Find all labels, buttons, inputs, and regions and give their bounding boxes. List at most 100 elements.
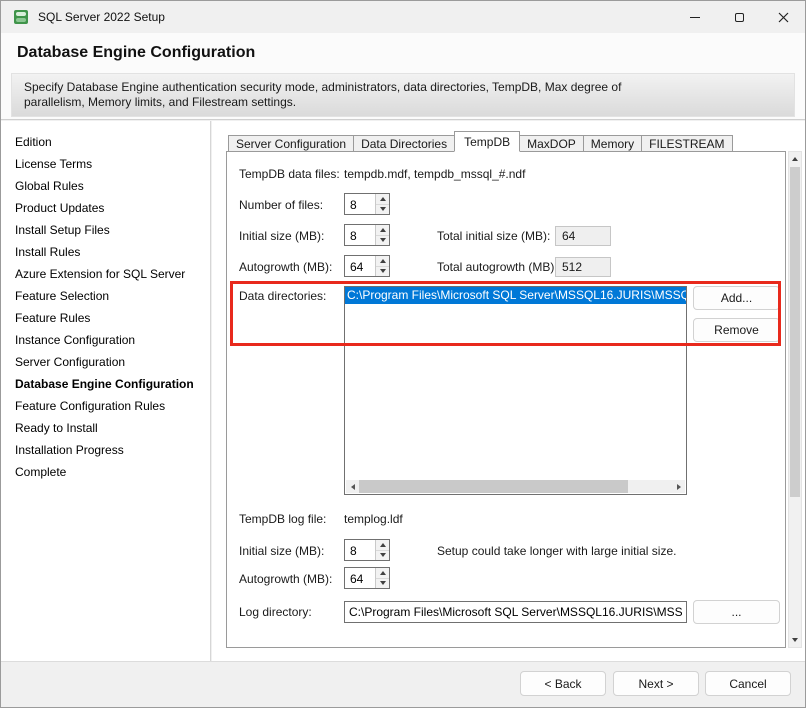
log-autogrowth-input[interactable]: [346, 569, 373, 587]
sidebar-item-feature-selection: Feature Selection: [1, 285, 210, 307]
number-of-files-down-button[interactable]: [376, 204, 389, 215]
scroll-down-button[interactable]: [789, 633, 801, 647]
initial-size-stepper[interactable]: [344, 224, 390, 246]
autogrowth-down-button[interactable]: [376, 266, 389, 277]
initial-size-up-button[interactable]: [376, 225, 389, 235]
v-scrollbar-thumb[interactable]: [790, 167, 800, 497]
title-bar[interactable]: SQL Server 2022 Setup: [1, 1, 805, 33]
tempdb-tab-page: TempDB data files: tempdb.mdf, tempdb_ms…: [226, 151, 786, 648]
setup-window: SQL Server 2022 Setup Database Engine Co…: [0, 0, 806, 708]
maximize-button[interactable]: [717, 1, 761, 33]
cancel-button[interactable]: Cancel: [705, 671, 791, 696]
spin-up-icon: [380, 259, 386, 263]
autogrowth-up-button[interactable]: [376, 256, 389, 266]
footer-bar: < Back Next > Cancel: [1, 661, 805, 707]
scroll-up-icon: [792, 157, 798, 161]
total-initial-size-value: 64: [555, 226, 611, 246]
log-initial-size-note: Setup could take longer with large initi…: [437, 544, 676, 558]
sidebar-item-install-setup-files: Install Setup Files: [1, 219, 210, 241]
spin-up-icon: [380, 228, 386, 232]
tab-data-directories[interactable]: Data Directories: [353, 135, 455, 152]
tab-memory[interactable]: Memory: [583, 135, 642, 152]
spin-up-icon: [380, 571, 386, 575]
log-autogrowth-down-button[interactable]: [376, 578, 389, 589]
minimize-icon: [690, 17, 700, 18]
log-initial-size-label: Initial size (MB):: [239, 544, 324, 558]
autogrowth-label: Autogrowth (MB):: [239, 260, 332, 274]
number-of-files-label: Number of files:: [239, 198, 323, 212]
sidebar-item-database-engine-configuration: Database Engine Configuration: [1, 373, 210, 395]
log-autogrowth-stepper[interactable]: [344, 567, 390, 589]
tab-maxdop[interactable]: MaxDOP: [519, 135, 584, 152]
log-initial-size-down-button[interactable]: [376, 550, 389, 561]
sidebar-item-feature-configuration-rules: Feature Configuration Rules: [1, 395, 210, 417]
maximize-icon: [735, 13, 744, 22]
steps-sidebar: Edition License Terms Global Rules Produ…: [1, 121, 211, 661]
spin-down-icon: [380, 581, 386, 585]
number-of-files-input[interactable]: [346, 195, 373, 213]
close-button[interactable]: [761, 1, 805, 33]
scroll-right-button[interactable]: [672, 480, 685, 493]
log-autogrowth-label: Autogrowth (MB):: [239, 572, 332, 586]
tempdb-log-file-value: templog.ldf: [344, 512, 403, 526]
data-directories-label: Data directories:: [239, 289, 326, 303]
tempdb-data-files-value: tempdb.mdf, tempdb_mssql_#.ndf: [344, 167, 525, 181]
spin-down-icon: [380, 207, 386, 211]
sidebar-item-product-updates: Product Updates: [1, 197, 210, 219]
scroll-left-button[interactable]: [346, 480, 359, 493]
h-scroll-track[interactable]: [359, 480, 672, 493]
scroll-right-icon: [677, 484, 681, 490]
total-autogrowth-label: Total autogrowth (MB):: [437, 260, 558, 274]
log-directory-label: Log directory:: [239, 605, 312, 619]
remove-directory-button[interactable]: Remove: [693, 318, 780, 342]
listbox-horizontal-scrollbar[interactable]: [346, 480, 685, 493]
sidebar-item-edition: Edition: [1, 131, 210, 153]
tab-server-configuration[interactable]: Server Configuration: [228, 135, 354, 152]
spin-down-icon: [380, 553, 386, 557]
next-button[interactable]: Next >: [613, 671, 699, 696]
scroll-down-icon: [792, 638, 798, 642]
initial-size-input[interactable]: [346, 226, 373, 244]
autogrowth-input[interactable]: [346, 257, 373, 275]
number-of-files-stepper[interactable]: [344, 193, 390, 215]
h-scrollbar-thumb[interactable]: [359, 480, 628, 493]
initial-size-label: Initial size (MB):: [239, 229, 324, 243]
sidebar-item-server-configuration: Server Configuration: [1, 351, 210, 373]
tab-tempdb[interactable]: TempDB: [454, 131, 520, 152]
sidebar-item-installation-progress: Installation Progress: [1, 439, 210, 461]
spin-down-icon: [380, 238, 386, 242]
tab-filestream[interactable]: FILESTREAM: [641, 135, 732, 152]
sql-server-setup-icon: [13, 9, 29, 25]
sidebar-item-feature-rules: Feature Rules: [1, 307, 210, 329]
log-initial-size-input[interactable]: [346, 541, 373, 559]
log-directory-input[interactable]: [344, 601, 687, 623]
main-panel: Server Configuration Data Directories Te…: [212, 121, 805, 661]
initial-size-down-button[interactable]: [376, 235, 389, 246]
minimize-button[interactable]: [673, 1, 717, 33]
tempdb-data-files-label: TempDB data files:: [239, 167, 340, 181]
window-controls: [673, 1, 805, 33]
total-autogrowth-value: 512: [555, 257, 611, 277]
page-title: Database Engine Configuration: [17, 44, 255, 62]
add-directory-button[interactable]: Add...: [693, 286, 780, 310]
tab-bar: Server Configuration Data Directories Te…: [228, 135, 732, 152]
sidebar-item-complete: Complete: [1, 461, 210, 483]
spin-up-icon: [380, 543, 386, 547]
vertical-scrollbar[interactable]: [788, 151, 802, 648]
scroll-left-icon: [351, 484, 355, 490]
log-initial-size-up-button[interactable]: [376, 540, 389, 550]
data-directories-listbox[interactable]: C:\Program Files\Microsoft SQL Server\MS…: [344, 286, 687, 495]
page-header: Database Engine Configuration Specify Da…: [1, 33, 805, 120]
sidebar-item-install-rules: Install Rules: [1, 241, 210, 263]
sidebar-item-ready-to-install: Ready to Install: [1, 417, 210, 439]
sidebar-item-global-rules: Global Rules: [1, 175, 210, 197]
autogrowth-stepper[interactable]: [344, 255, 390, 277]
back-button[interactable]: < Back: [520, 671, 606, 696]
log-autogrowth-up-button[interactable]: [376, 568, 389, 578]
log-directory-browse-button[interactable]: ...: [693, 600, 780, 624]
data-directory-item-selected[interactable]: C:\Program Files\Microsoft SQL Server\MS…: [345, 287, 686, 304]
scroll-up-button[interactable]: [789, 152, 801, 166]
number-of-files-up-button[interactable]: [376, 194, 389, 204]
total-initial-size-label: Total initial size (MB):: [437, 229, 550, 243]
log-initial-size-stepper[interactable]: [344, 539, 390, 561]
